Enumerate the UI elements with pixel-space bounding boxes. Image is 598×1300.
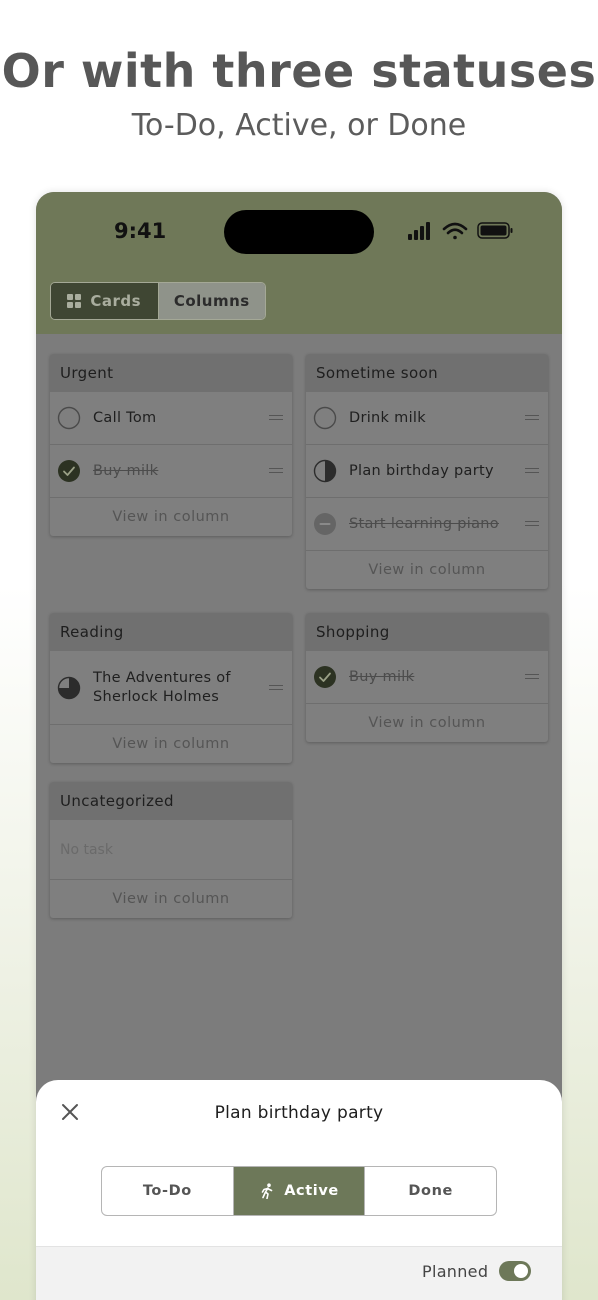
- planned-toggle[interactable]: [499, 1261, 531, 1281]
- view-toggle: Cards Columns: [50, 282, 266, 320]
- active-status-icon[interactable]: [313, 459, 337, 483]
- view-in-column-link[interactable]: View in column: [306, 551, 548, 589]
- cards-view-button[interactable]: Cards: [51, 283, 158, 319]
- view-in-column-link[interactable]: View in column: [50, 498, 292, 536]
- battery-icon: [477, 222, 513, 239]
- view-in-column-link[interactable]: View in column: [50, 725, 292, 763]
- drag-handle-icon[interactable]: [269, 684, 283, 690]
- category-title: Uncategorized: [50, 782, 292, 820]
- status-bottom-sheet: Plan birthday party To-Do Active Done Pl…: [36, 1080, 562, 1300]
- task-title: The Adventures of Sherlock Holmes: [93, 669, 231, 707]
- done-status-icon[interactable]: [313, 665, 337, 689]
- phone-frame: 9:41 Cards Columns Urgent Call Tom Buy m…: [36, 192, 562, 1300]
- drag-handle-icon[interactable]: [525, 521, 539, 526]
- category-title: Sometime soon: [306, 354, 548, 392]
- todo-status-label: To-Do: [142, 1183, 192, 1199]
- sheet-title: Plan birthday party: [214, 1103, 384, 1123]
- todo-status-icon[interactable]: [57, 406, 81, 430]
- progress-status-icon[interactable]: [57, 676, 81, 700]
- task-row[interactable]: Call Tom: [50, 392, 292, 445]
- category-title: Urgent: [50, 354, 292, 392]
- toggle-knob: [514, 1264, 528, 1278]
- category-card-reading: Reading The Adventures of Sherlock Holme…: [50, 613, 292, 763]
- task-title-line-1: The Adventures of: [93, 669, 231, 686]
- category-title: Reading: [50, 613, 292, 651]
- task-title: Start learning piano: [349, 515, 499, 532]
- drag-handle-icon[interactable]: [269, 468, 283, 473]
- columns-view-label: Columns: [173, 292, 250, 310]
- task-row[interactable]: Buy milk: [306, 651, 548, 704]
- planned-row: Planned: [36, 1246, 562, 1300]
- task-title: Call Tom: [93, 409, 157, 426]
- top-bar: 9:41 Cards Columns: [36, 192, 562, 334]
- promo-headline: Or with three statuses: [1, 44, 597, 98]
- task-title: Buy milk: [93, 462, 159, 479]
- task-row[interactable]: Start learning piano: [306, 498, 548, 551]
- empty-state-text: No task: [50, 820, 292, 880]
- drag-handle-icon[interactable]: [525, 468, 539, 473]
- todo-status-button[interactable]: To-Do: [102, 1167, 233, 1215]
- category-card-sometime-soon: Sometime soon Drink milk Plan birthday p…: [306, 354, 548, 589]
- promo-subline: To-Do, Active, or Done: [131, 108, 467, 143]
- task-row[interactable]: Drink milk: [306, 392, 548, 445]
- task-title: Plan birthday party: [349, 462, 494, 479]
- status-selector: To-Do Active Done: [101, 1166, 497, 1216]
- task-row[interactable]: The Adventures of Sherlock Holmes: [50, 651, 292, 725]
- view-in-column-link[interactable]: View in column: [50, 880, 292, 918]
- category-title: Shopping: [306, 613, 548, 651]
- columns-view-button[interactable]: Columns: [157, 283, 265, 319]
- task-title: Buy milk: [349, 668, 415, 685]
- status-icons: [408, 222, 513, 240]
- done-status-button[interactable]: Done: [364, 1167, 496, 1215]
- category-card-uncategorized: Uncategorized No task View in column: [50, 782, 292, 918]
- dynamic-island: [224, 210, 374, 254]
- drag-handle-icon[interactable]: [525, 674, 539, 679]
- cards-view-label: Cards: [90, 292, 142, 310]
- active-status-button[interactable]: Active: [232, 1167, 365, 1215]
- status-time: 9:41: [114, 219, 167, 243]
- wifi-icon: [442, 222, 468, 240]
- drag-handle-icon[interactable]: [269, 415, 283, 420]
- planned-label: Planned: [422, 1262, 489, 1281]
- todo-status-icon[interactable]: [313, 406, 337, 430]
- task-title-line-2: Sherlock Holmes: [93, 688, 220, 705]
- signal-icon: [408, 222, 430, 240]
- category-card-urgent: Urgent Call Tom Buy milk View in column: [50, 354, 292, 536]
- done-status-label: Done: [408, 1183, 453, 1199]
- category-card-shopping: Shopping Buy milk View in column: [306, 613, 548, 742]
- done-status-icon[interactable]: [57, 459, 81, 483]
- running-person-icon: [261, 1183, 273, 1199]
- view-in-column-link[interactable]: View in column: [306, 704, 548, 742]
- task-title: Drink milk: [349, 409, 426, 426]
- active-status-label: Active: [284, 1183, 339, 1199]
- task-row[interactable]: Buy milk: [50, 445, 292, 498]
- task-row[interactable]: Plan birthday party: [306, 445, 548, 498]
- cancelled-status-icon[interactable]: [313, 512, 337, 536]
- grid-icon: [67, 294, 82, 308]
- drag-handle-icon[interactable]: [525, 415, 539, 420]
